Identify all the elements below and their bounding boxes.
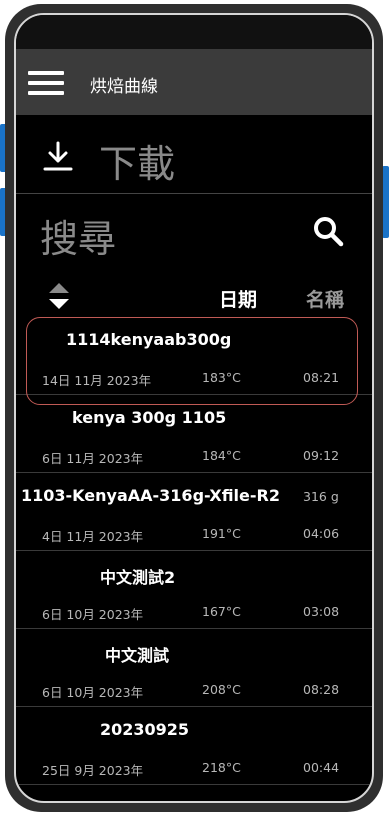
roast-time: 03:08: [303, 604, 340, 619]
list-item[interactable]: 20230925 25日 9月 2023年 218°C 00:44: [16, 707, 372, 785]
roast-date: 25日 9月 2023年: [42, 763, 144, 778]
roast-time: 04:06: [303, 526, 340, 541]
roast-time: 00:44: [303, 760, 340, 775]
list-item[interactable]: 1114kenyaab300g 14日 11月 2023年 183°C 08:2…: [16, 317, 372, 395]
search-action[interactable]: 搜尋: [16, 193, 372, 275]
sort-by-date[interactable]: 日期: [219, 285, 257, 312]
roast-temp: 218°C: [202, 760, 241, 775]
roast-name: kenya 300g 1105: [72, 408, 227, 427]
roast-name: 1114kenyaab300g: [66, 330, 232, 349]
roast-name: 1103-KenyaAA-316g-Xfile-R2: [21, 486, 280, 505]
roast-date: 4日 11月 2023年: [42, 529, 144, 544]
list-item[interactable]: kenya 300g 1105 6日 11月 2023年 184°C 09:12: [16, 395, 372, 473]
roast-weight: 316 g: [303, 489, 339, 504]
download-label: 下載: [99, 142, 176, 186]
roast-temp: 167°C: [202, 604, 241, 619]
roast-name: 中文測試: [105, 646, 170, 665]
roast-temp: 184°C: [202, 448, 241, 463]
roast-date: 14日 11月 2023年: [42, 373, 152, 388]
list-item[interactable]: 中文測試2 6日 10月 2023年 167°C 03:08: [16, 551, 372, 629]
sort-header: 日期 名稱: [16, 275, 372, 315]
sort-by-name[interactable]: 名稱: [306, 285, 344, 312]
roast-name: 中文測試2: [100, 568, 176, 587]
roast-time: 09:12: [303, 448, 340, 463]
roast-time: 08:28: [303, 682, 340, 697]
roast-name: 20230925: [100, 720, 190, 739]
search-label: 搜尋: [40, 217, 117, 261]
power-button: [382, 166, 389, 238]
roast-temp: 208°C: [202, 682, 241, 697]
roast-temp: 183°C: [202, 370, 241, 385]
list-item[interactable]: 1103-KenyaAA-316g-Xfile-R2 316 g 4日 11月 …: [16, 473, 372, 551]
app-bar: 烘焙曲線: [16, 49, 372, 115]
roast-date: 6日 10月 2023年: [42, 607, 144, 622]
roast-temp: 191°C: [202, 526, 241, 541]
app-title: 烘焙曲線: [90, 77, 158, 97]
roast-date: 6日 10月 2023年: [42, 685, 144, 700]
sort-icon[interactable]: [47, 281, 71, 311]
roast-list: 1114kenyaab300g 14日 11月 2023年 183°C 08:2…: [16, 317, 372, 785]
menu-icon[interactable]: [28, 71, 66, 95]
search-icon[interactable]: [312, 215, 344, 247]
list-item[interactable]: 中文測試 6日 10月 2023年 208°C 08:28: [16, 629, 372, 707]
phone-frame: 烘焙曲線 下載 搜尋 日期 名稱 1114kenyaab300g 14日 11月…: [5, 4, 383, 812]
download-action[interactable]: 下載: [16, 115, 372, 194]
status-bar: [16, 15, 372, 49]
download-icon: [43, 141, 73, 171]
roast-time: 08:21: [303, 370, 340, 385]
screen: 烘焙曲線 下載 搜尋 日期 名稱 1114kenyaab300g 14日 11月…: [14, 13, 374, 803]
roast-date: 6日 11月 2023年: [42, 451, 144, 466]
